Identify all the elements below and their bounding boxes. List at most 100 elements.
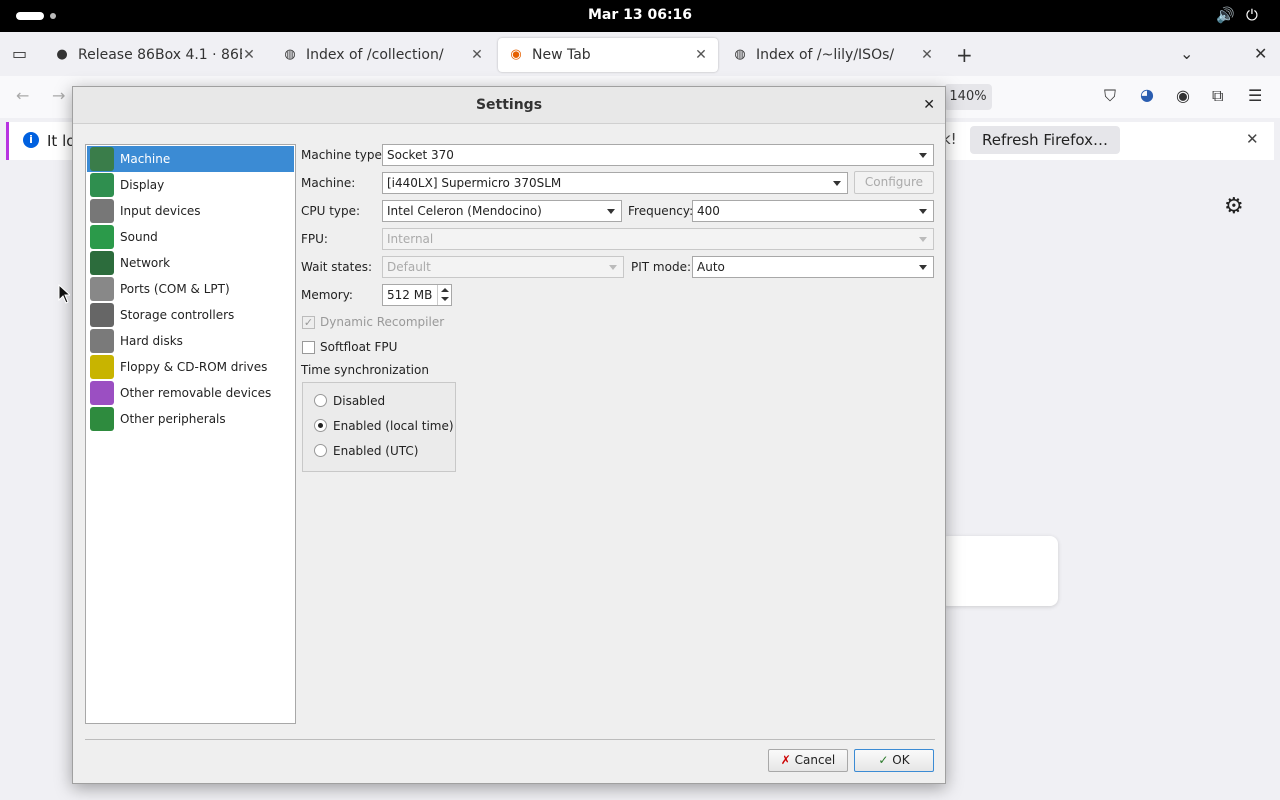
chevron-down-icon — [919, 265, 927, 270]
frequency-combo[interactable]: 400 — [692, 200, 934, 222]
network-icon — [90, 251, 114, 275]
category-storage-controllers[interactable]: Storage controllers — [87, 302, 294, 328]
wait-states-combo[interactable]: Default — [382, 256, 624, 278]
category-network[interactable]: Network — [87, 250, 294, 276]
new-tab-plus-icon[interactable]: + — [956, 43, 973, 67]
category-other-removable[interactable]: Other removable devices — [87, 380, 294, 406]
machine-label: Machine: — [301, 176, 356, 190]
github-icon: ● — [56, 47, 68, 62]
wait-states-label: Wait states: — [301, 260, 372, 274]
firefox-icon: ◉ — [510, 47, 522, 62]
configure-button[interactable]: Configure — [854, 171, 934, 194]
cpu-type-combo[interactable]: Intel Celeron (Mendocino) — [382, 200, 622, 222]
category-ports[interactable]: Ports (COM & LPT) — [87, 276, 294, 302]
pocket-icon[interactable]: ⛉ — [1104, 86, 1116, 106]
back-arrow-icon[interactable]: ← — [16, 86, 29, 105]
removable-icon — [90, 381, 114, 405]
close-icon[interactable]: ✕ — [923, 87, 935, 124]
menu-hamburger-icon[interactable]: ☰ — [1248, 86, 1262, 105]
display-icon — [90, 173, 114, 197]
tab-new-tab[interactable]: ◉ New Tab ✕ — [498, 38, 718, 72]
machine-type-label: Machine type: — [301, 148, 386, 162]
close-tab-icon[interactable]: ✕ — [920, 47, 934, 63]
close-tab-icon[interactable]: ✕ — [470, 47, 484, 63]
cancel-button[interactable]: ✗ Cancel — [768, 749, 848, 772]
fpu-label: FPU: — [301, 232, 328, 246]
category-input-devices[interactable]: Input devices — [87, 198, 294, 224]
softfloat-fpu-label: Softfloat FPU — [320, 340, 398, 354]
settings-dialog: Settings ✕ Machine Display Input devices… — [72, 86, 946, 784]
cancel-x-icon: ✗ — [780, 753, 791, 767]
dynamic-recompiler-checkbox[interactable]: ✓ — [302, 316, 315, 329]
volume-icon[interactable]: 🔊 — [1216, 6, 1235, 24]
window-close-icon[interactable]: ✕ — [1254, 44, 1267, 63]
category-hard-disks[interactable]: Hard disks — [87, 328, 294, 354]
dialog-title: Settings — [73, 87, 945, 124]
spin-up-icon[interactable] — [437, 285, 451, 295]
chevron-down-icon — [919, 209, 927, 214]
frequency-label: Frequency: — [628, 204, 694, 218]
input-devices-icon — [90, 199, 114, 223]
cpu-type-label: CPU type: — [301, 204, 361, 218]
sound-icon — [90, 225, 114, 249]
close-notification-icon[interactable]: ✕ — [1246, 130, 1259, 148]
vpn-icon[interactable]: ◕ — [1140, 85, 1154, 104]
time-sync-label: Time synchronization — [301, 363, 429, 377]
fpu-combo[interactable]: Internal — [382, 228, 934, 250]
clock[interactable]: Mar 13 06:16 — [0, 7, 1280, 23]
globe-icon: ◍ — [734, 47, 746, 62]
zoom-level-button[interactable]: 140% — [944, 84, 992, 110]
pit-mode-label: PIT mode: — [631, 260, 691, 274]
category-list: Machine Display Input devices Sound Netw… — [85, 144, 296, 724]
tab-index-isos[interactable]: ◍ Index of /~lily/ISOs/ ✕ — [722, 38, 944, 72]
radio-enabled-utc-label: Enabled (UTC) — [333, 444, 419, 458]
radio-enabled-utc[interactable] — [314, 444, 327, 457]
chevron-down-icon — [833, 181, 841, 186]
gear-icon[interactable]: ⚙ — [1224, 194, 1244, 219]
tab-release-86box[interactable]: ● Release 86Box 4.1 · 86Box ✕ — [44, 38, 266, 72]
extensions-icon[interactable]: ⧉ — [1212, 86, 1223, 106]
radio-disabled-label: Disabled — [333, 394, 386, 408]
close-tab-icon[interactable]: ✕ — [694, 47, 708, 63]
account-icon[interactable]: ◉ — [1176, 86, 1190, 105]
hard-disk-icon — [90, 329, 114, 353]
browser-tab-strip: ▭ ● Release 86Box 4.1 · 86Box ✕ ◍ Index … — [0, 32, 1280, 76]
refresh-firefox-button[interactable]: Refresh Firefox… — [970, 126, 1120, 154]
softfloat-fpu-checkbox[interactable] — [302, 341, 315, 354]
spin-down-icon[interactable] — [437, 295, 451, 305]
ok-check-icon: ✓ — [878, 753, 889, 767]
ok-button[interactable]: ✓ OK — [854, 749, 934, 772]
globe-icon: ◍ — [284, 47, 296, 62]
memory-label: Memory: — [301, 288, 353, 302]
list-tabs-chevron-icon[interactable]: ⌄ — [1180, 44, 1193, 63]
radio-enabled-local[interactable] — [314, 419, 327, 432]
radio-disabled[interactable] — [314, 394, 327, 407]
system-top-bar: Mar 13 06:16 🔊 ⏻ — [0, 0, 1280, 32]
memory-spinbox[interactable]: 512 MB — [382, 284, 452, 306]
storage-icon — [90, 303, 114, 327]
category-other-peripherals[interactable]: Other peripherals — [87, 406, 294, 432]
machine-combo[interactable]: [i440LX] Supermicro 370SLM — [382, 172, 848, 194]
tab-index-collection[interactable]: ◍ Index of /collection/ ✕ — [272, 38, 494, 72]
dialog-separator — [85, 739, 935, 740]
new-tab-card — [940, 536, 1058, 606]
chevron-down-icon — [919, 237, 927, 242]
chevron-down-icon — [607, 209, 615, 214]
forward-arrow-icon[interactable]: → — [52, 86, 65, 105]
category-floppy-cdrom[interactable]: Floppy & CD-ROM drives — [87, 354, 294, 380]
category-sound[interactable]: Sound — [87, 224, 294, 250]
close-tab-icon[interactable]: ✕ — [242, 47, 256, 63]
power-icon[interactable]: ⏻ — [1246, 6, 1258, 24]
chevron-down-icon — [919, 153, 927, 158]
chevron-down-icon — [609, 265, 617, 270]
category-display[interactable]: Display — [87, 172, 294, 198]
machine-type-combo[interactable]: Socket 370 — [382, 144, 934, 166]
dynamic-recompiler-label: Dynamic Recompiler — [320, 315, 445, 329]
category-machine[interactable]: Machine — [87, 146, 294, 172]
radio-enabled-local-label: Enabled (local time) — [333, 419, 454, 433]
pit-mode-combo[interactable]: Auto — [692, 256, 934, 278]
tab-overview-icon[interactable]: ▭ — [12, 44, 27, 63]
ports-icon — [90, 277, 114, 301]
mouse-cursor-icon — [58, 284, 70, 304]
time-sync-group: Disabled Enabled (local time) Enabled (U… — [302, 382, 456, 472]
